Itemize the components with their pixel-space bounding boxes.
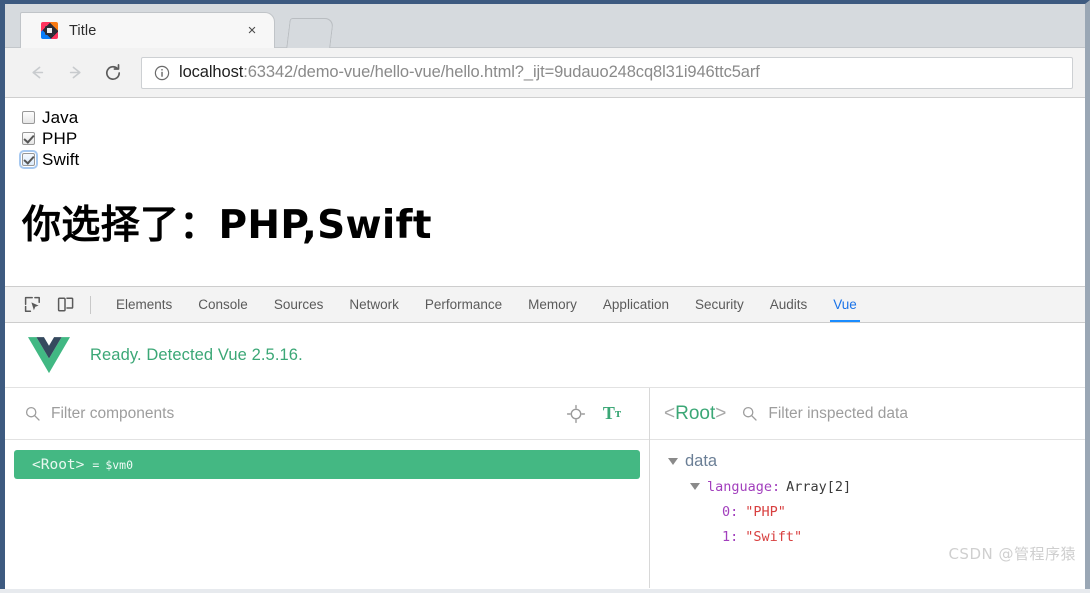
info-circle-icon — [154, 65, 170, 81]
title-name: Root — [675, 403, 715, 424]
data-property-row[interactable]: language: Array[2] — [650, 474, 1085, 499]
search-icon — [742, 406, 757, 421]
data-group-label: data — [685, 452, 717, 471]
tab-elements[interactable]: Elements — [103, 287, 185, 322]
array-value: "Swift" — [745, 529, 802, 545]
tab-performance[interactable]: Performance — [412, 287, 515, 322]
array-value: "PHP" — [745, 504, 786, 520]
component-row-root[interactable]: <Root> = $vm0 — [14, 450, 640, 479]
tab-title: Title — [69, 23, 96, 39]
vue-status-text: Ready. Detected Vue 2.5.16. — [90, 346, 303, 365]
reload-button[interactable] — [98, 58, 128, 88]
tab-network[interactable]: Network — [336, 287, 412, 322]
devtools-tabbar: Elements Console Sources Network Perform… — [5, 287, 1085, 323]
inspect-element-button[interactable] — [18, 292, 46, 318]
tab-console[interactable]: Console — [185, 287, 261, 322]
inspector-pane: <Root> data language: Array — [650, 388, 1085, 588]
checkbox-java[interactable] — [22, 111, 35, 124]
browser-screenshot: Title × — [0, 0, 1090, 593]
filter-inspected-data-input[interactable] — [766, 404, 1085, 424]
component-tree-pane: Tт <Root> = $vm0 — [5, 388, 650, 588]
filter-components-input[interactable] — [49, 404, 563, 424]
close-icon[interactable]: × — [244, 23, 260, 39]
component-instance: $vm0 — [105, 458, 133, 472]
device-toolbar-button[interactable] — [51, 292, 79, 318]
component-name: <Root> — [32, 457, 84, 473]
font-size-button[interactable]: Tт — [599, 401, 625, 427]
browser-tab[interactable]: Title × — [20, 12, 275, 48]
address-bar[interactable]: localhost:63342/demo-vue/hello-vue/hello… — [141, 57, 1073, 89]
font-size-label-big: T — [603, 403, 615, 424]
devtools-panel: Elements Console Sources Network Perform… — [5, 286, 1085, 589]
toolbar-divider — [90, 296, 91, 314]
data-property-type: Array[2] — [786, 479, 851, 495]
component-tree: <Root> = $vm0 — [5, 440, 649, 588]
checkbox-label-swift: Swift — [42, 150, 79, 170]
vue-logo-icon — [28, 337, 70, 374]
data-group-row[interactable]: data — [650, 449, 1085, 474]
select-component-target-button[interactable] — [563, 401, 589, 427]
browser-toolbar: localhost:63342/demo-vue/hello-vue/hello… — [5, 48, 1085, 98]
vue-panel-body: Tт <Root> = $vm0 <Root> — [5, 388, 1085, 588]
checkbox-swift[interactable] — [22, 153, 35, 166]
tab-strip: Title × — [5, 4, 1085, 48]
checkbox-row-swift[interactable]: Swift — [5, 149, 1085, 170]
device-toolbar-icon — [57, 296, 74, 313]
inspect-element-icon — [24, 296, 41, 313]
tab-sources[interactable]: Sources — [261, 287, 337, 322]
tab-vue[interactable]: Vue — [820, 287, 870, 322]
tab-audits[interactable]: Audits — [757, 287, 821, 322]
vue-status-banner: Ready. Detected Vue 2.5.16. — [5, 323, 1085, 388]
reload-icon — [103, 63, 123, 83]
checkbox-label-php: PHP — [42, 129, 77, 149]
arrow-right-icon — [66, 63, 85, 82]
data-property-key: language: — [707, 479, 780, 495]
url-host: localhost — [179, 63, 243, 81]
component-equals: = — [92, 458, 99, 472]
array-index: 0: — [722, 504, 738, 520]
data-array-item-1[interactable]: 1: "Swift" — [650, 524, 1085, 549]
data-array-item-0[interactable]: 0: "PHP" — [650, 499, 1085, 524]
url-text: localhost:63342/demo-vue/hello-vue/hello… — [179, 63, 760, 82]
tab-application[interactable]: Application — [590, 287, 682, 322]
checkbox-row-php[interactable]: PHP — [5, 128, 1085, 149]
title-open-bracket: < — [664, 403, 675, 424]
inspected-data-tree: data language: Array[2] 0: "PHP" 1: "Swi… — [650, 440, 1085, 588]
window-bottom-edge — [0, 589, 1090, 593]
new-tab-button[interactable] — [286, 18, 334, 49]
url-path: :63342/demo-vue/hello-vue/hello.html?_ij… — [243, 63, 760, 81]
select-component-target-icon — [566, 404, 586, 424]
page-viewport: Java PHP Swift 你选择了：PHP,Swift — [5, 98, 1085, 286]
inspected-component-title: <Root> — [664, 403, 726, 425]
checkbox-label-java: Java — [42, 108, 78, 128]
font-size-label-small: т — [615, 406, 621, 421]
page-heading: 你选择了：PHP,Swift — [22, 203, 1085, 250]
arrow-left-icon — [28, 63, 47, 82]
checkbox-row-java[interactable]: Java — [5, 107, 1085, 128]
array-index: 1: — [722, 529, 738, 545]
forward-button[interactable] — [60, 58, 90, 88]
tab-memory[interactable]: Memory — [515, 287, 590, 322]
title-close-bracket: > — [715, 403, 726, 424]
intellij-idea-icon — [41, 22, 58, 39]
search-icon — [25, 406, 40, 421]
chevron-down-icon[interactable] — [690, 483, 700, 490]
inspector-header: <Root> — [650, 388, 1085, 440]
tab-security[interactable]: Security — [682, 287, 757, 322]
back-button[interactable] — [22, 58, 52, 88]
chevron-down-icon[interactable] — [668, 458, 678, 465]
component-filter-bar: Tт — [5, 388, 649, 440]
checkbox-php[interactable] — [22, 132, 35, 145]
